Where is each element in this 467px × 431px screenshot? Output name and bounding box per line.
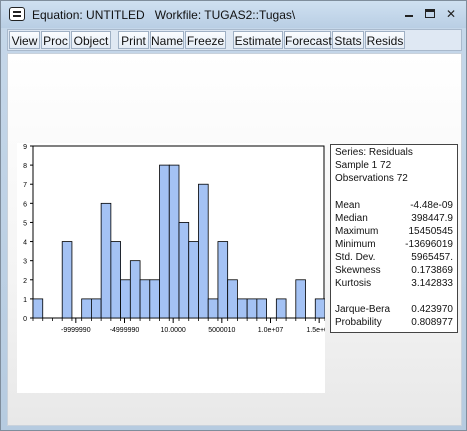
close-icon[interactable]: ✕ xyxy=(443,7,459,21)
title-bar[interactable]: Equation: UNTITLED Workfile: TUGAS2::Tug… xyxy=(1,1,466,28)
histogram-bar xyxy=(110,241,122,319)
histogram-bar xyxy=(168,164,180,319)
histogram-bar xyxy=(32,298,44,319)
histogram-bar xyxy=(149,279,160,319)
residual-histogram: 0 1 2 3 4 5 6 7 8 9 -9999990 -4999990 10.0000 5000010… xyxy=(17,143,325,393)
x-tick-label: 10.0000 xyxy=(161,327,186,334)
stats-sample: Sample 1 72 xyxy=(335,160,392,171)
stats-row: Mean -4.48e-09 xyxy=(335,199,455,212)
stat-value: 0.808977 xyxy=(411,317,453,328)
y-tick-label: 7 xyxy=(23,182,27,189)
histogram-chart: 0 1 2 3 4 5 6 7 8 9 -9999990 -4999990 10.0000 5000010… xyxy=(23,144,325,334)
histogram-bar xyxy=(207,298,219,319)
histogram-bar xyxy=(81,298,92,319)
histogram-bar xyxy=(100,202,112,319)
name-button[interactable]: Name xyxy=(150,31,184,49)
stat-label: Maximum xyxy=(335,226,379,237)
histogram-bar xyxy=(217,241,229,319)
stat-value: 5965457. xyxy=(411,252,453,263)
x-tick-label: -4999990 xyxy=(110,327,140,334)
window-menu-icon[interactable] xyxy=(9,7,25,21)
y-tick-label: 2 xyxy=(23,278,27,285)
stat-value: -4.48e-09 xyxy=(410,200,453,211)
y-tick-label: 0 xyxy=(23,316,27,323)
equation-window: Equation: UNTITLED Workfile: TUGAS2::Tug… xyxy=(0,0,467,431)
histogram-bar xyxy=(188,241,199,319)
stat-label: Skewness xyxy=(335,265,381,276)
stat-value: 15450545 xyxy=(408,226,454,237)
stats-row: Kurtosis 3.142833 xyxy=(335,277,455,290)
y-tick-label: 6 xyxy=(23,201,27,208)
histogram-bar xyxy=(139,279,151,319)
histogram-bar xyxy=(120,279,131,319)
stat-label: Median xyxy=(335,213,368,224)
stats-row: Minimum -13696019 xyxy=(335,238,455,251)
histogram-bar xyxy=(275,298,287,319)
stats-row: Jarque-Bera 0.423970 xyxy=(335,303,455,316)
histogram-bar xyxy=(159,164,170,319)
histogram-bar xyxy=(256,298,268,319)
x-tick-label: 5000010 xyxy=(208,327,235,334)
x-tick-label: -9999990 xyxy=(61,327,91,334)
object-button[interactable]: Object xyxy=(71,31,111,49)
histogram-bar xyxy=(227,279,238,319)
stats-row: Median 398447.9 xyxy=(335,212,455,225)
histogram-bar xyxy=(314,298,325,319)
descriptive-stats-box: Series: Residuals Sample 1 72 Observatio… xyxy=(330,144,458,333)
stats-row: Probability 0.808977 xyxy=(335,316,455,329)
stats-row: Std. Dev. 5965457. xyxy=(335,251,455,264)
y-tick-label: 5 xyxy=(23,220,27,227)
freeze-button[interactable]: Freeze xyxy=(185,31,226,49)
stat-value: 0.423970 xyxy=(411,304,453,315)
histogram-bar xyxy=(91,298,102,319)
view-button[interactable]: View xyxy=(9,31,40,49)
y-tick-label: 9 xyxy=(23,144,27,151)
stat-label: Std. Dev. xyxy=(335,252,376,263)
x-tick-label: 1.0e+07 xyxy=(258,327,284,334)
histogram-bar xyxy=(129,260,141,319)
resids-button[interactable]: Resids xyxy=(365,31,405,49)
stats-row: Maximum 15450545 xyxy=(335,225,455,238)
x-tick-label: 1.5e+07 xyxy=(306,327,325,334)
proc-button[interactable]: Proc xyxy=(41,31,70,49)
stat-label: Probability xyxy=(335,317,382,328)
stat-label: Minimum xyxy=(335,239,376,250)
y-tick-label: 4 xyxy=(23,240,27,247)
stat-label: Jarque-Bera xyxy=(335,304,391,315)
stats-row: Skewness 0.173869 xyxy=(335,264,455,277)
estimate-button[interactable]: Estimate xyxy=(233,31,283,49)
stat-value: -13696019 xyxy=(405,239,453,250)
y-tick-label: 1 xyxy=(23,297,27,304)
stat-value: 3.142833 xyxy=(411,278,453,289)
window-title: Equation: UNTITLED Workfile: TUGAS2::Tug… xyxy=(32,8,296,22)
minimize-icon[interactable] xyxy=(401,7,417,21)
histogram-bar xyxy=(61,241,73,319)
y-tick-label: 3 xyxy=(23,259,27,266)
maximize-icon[interactable] xyxy=(422,7,438,21)
histogram-bar xyxy=(295,279,306,319)
toolbar: View Proc Object Print Name Freeze Estim… xyxy=(7,29,462,51)
histogram-bar xyxy=(236,298,248,319)
stats-series: Series: Residuals xyxy=(335,147,413,158)
stats-button[interactable]: Stats xyxy=(332,31,364,49)
stat-value: 398447.9 xyxy=(411,213,453,224)
histogram-bar xyxy=(198,183,209,319)
stat-value: 0.173869 xyxy=(411,265,453,276)
stat-label: Mean xyxy=(335,200,361,211)
print-button[interactable]: Print xyxy=(118,31,149,49)
stats-observations: Observations 72 xyxy=(335,173,408,184)
stat-label: Kurtosis xyxy=(335,278,372,289)
y-tick-label: 8 xyxy=(23,163,27,170)
output-area: 0 1 2 3 4 5 6 7 8 9 -9999990 -4999990 10.0000 5000010… xyxy=(7,53,462,426)
histogram-bar xyxy=(246,298,258,319)
histogram-bar xyxy=(178,222,190,319)
forecast-button[interactable]: Forecast xyxy=(284,31,332,49)
